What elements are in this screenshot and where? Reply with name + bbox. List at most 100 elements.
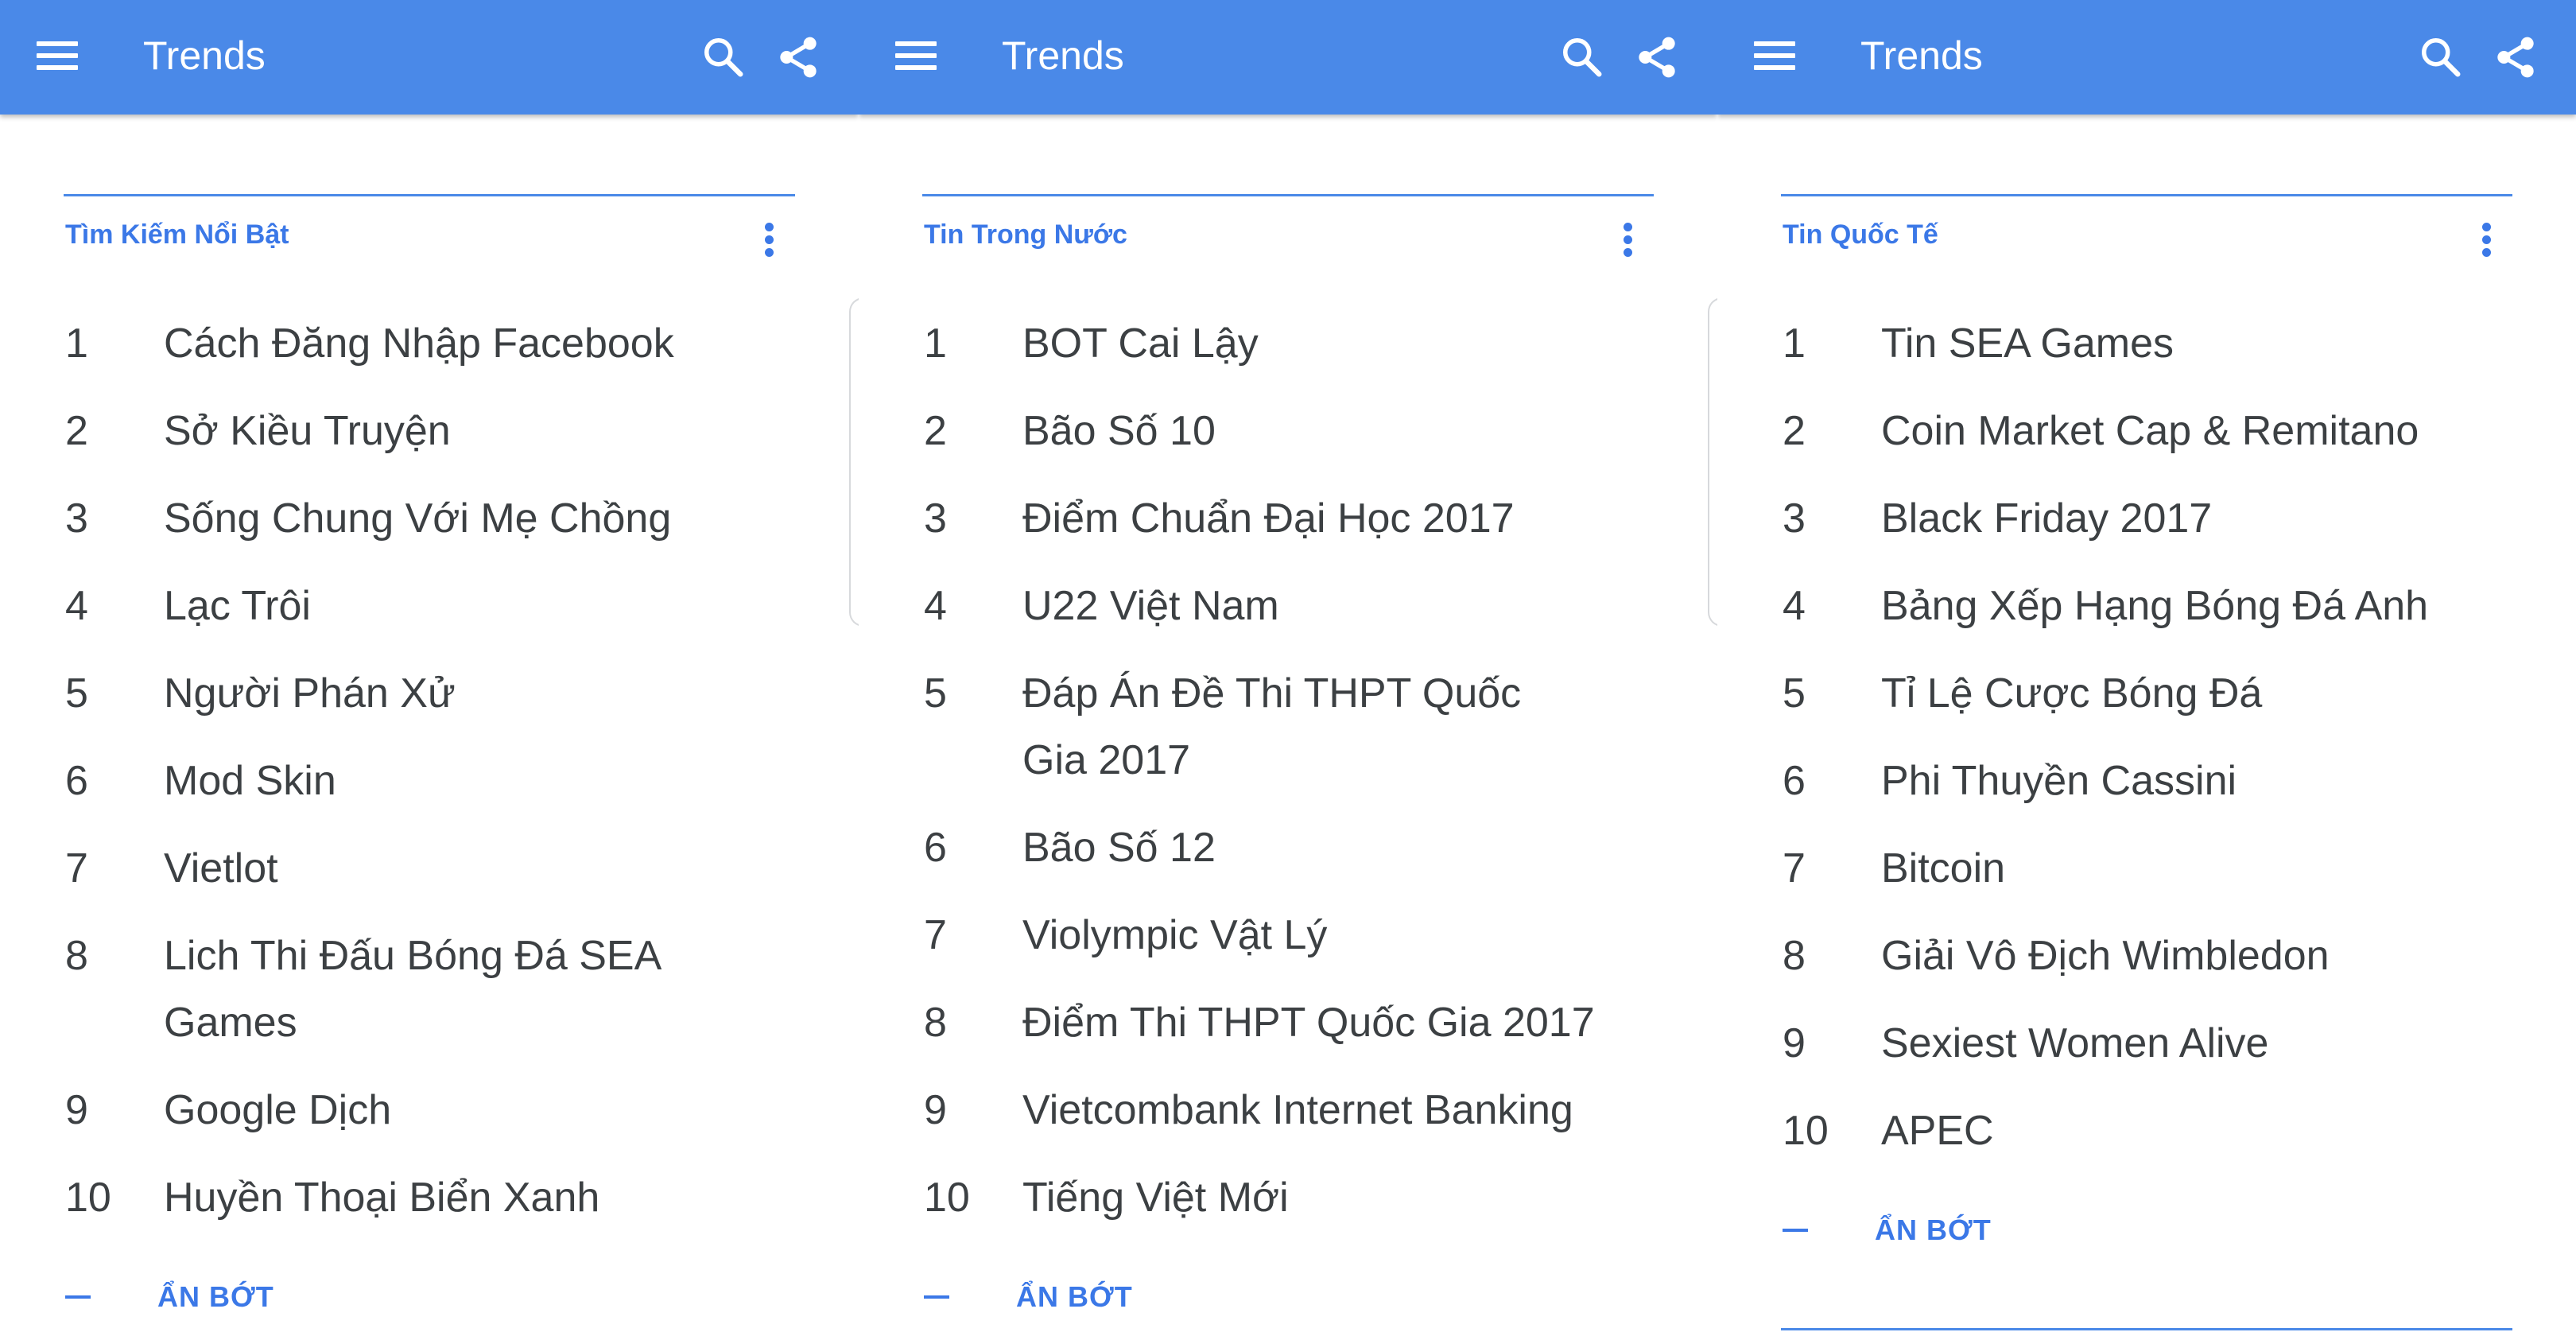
app-title: Trends bbox=[1860, 33, 1983, 78]
trend-rank: 5 bbox=[924, 670, 947, 717]
trend-item[interactable]: 2 Bão Số 10 bbox=[859, 398, 1717, 485]
share-icon[interactable] bbox=[1631, 32, 1682, 83]
trend-rank: 4 bbox=[1783, 583, 1806, 629]
trend-item[interactable]: 9 Vietcombank Internet Banking bbox=[859, 1077, 1717, 1164]
trend-rank: 7 bbox=[924, 912, 947, 958]
trend-item[interactable]: 4 U22 Việt Nam bbox=[859, 573, 1717, 660]
trend-rank: 9 bbox=[1783, 1020, 1806, 1066]
trend-item[interactable]: 7 Bitcoin bbox=[1717, 835, 2576, 922]
trends-panel-domestic-news: Trends Tin Trong Nước 1 BOT Cai Lậy 2 Bão … bbox=[859, 0, 1717, 1336]
trend-item[interactable]: 5 Tỉ Lệ Cược Bóng Đá bbox=[1717, 660, 2576, 748]
app-bar: Trends bbox=[1717, 0, 2576, 115]
collapse-dash-icon bbox=[924, 1295, 949, 1299]
trend-label: Sở Kiều Truyện bbox=[164, 408, 451, 454]
trend-label: Đáp Án Đề Thi THPT Quốc Gia 2017 bbox=[1022, 670, 1522, 783]
trend-item[interactable]: 4 Lạc Trôi bbox=[0, 573, 859, 660]
trend-label: Mod Skin bbox=[164, 758, 336, 804]
trend-item[interactable]: 4 Bảng Xếp Hạng Bóng Đá Anh bbox=[1717, 573, 2576, 660]
trend-rank: 5 bbox=[1783, 670, 1806, 717]
search-icon[interactable] bbox=[700, 33, 747, 81]
trend-item[interactable]: 6 Mod Skin bbox=[0, 748, 859, 835]
trend-label: Sống Chung Với Mẹ Chồng bbox=[164, 495, 672, 542]
trend-label: APEC bbox=[1881, 1108, 1994, 1154]
trend-rank: 8 bbox=[1783, 933, 1806, 979]
more-vert-icon[interactable] bbox=[1619, 221, 1638, 259]
next-card-top-divider bbox=[1781, 1328, 2512, 1330]
trend-item[interactable]: 2 Sở Kiều Truyện bbox=[0, 398, 859, 485]
trend-label: Bảng Xếp Hạng Bóng Đá Anh bbox=[1881, 583, 2429, 629]
trend-list: 1 Tin SEA Games 2 Coin Market Cap & Remita… bbox=[1717, 310, 2576, 1185]
trend-label: Coin Market Cap & Remitano bbox=[1881, 408, 2419, 454]
trend-rank: 3 bbox=[924, 495, 947, 542]
trend-item[interactable]: 8 Điểm Thi THPT Quốc Gia 2017 bbox=[859, 989, 1717, 1077]
show-less-label: ẨN BỚT bbox=[157, 1280, 274, 1313]
trend-item[interactable]: 1 Tin SEA Games bbox=[1717, 310, 2576, 398]
trend-item[interactable]: 8 Lich Thi Đấu Bóng Đá SEA Games bbox=[0, 922, 859, 1077]
trend-label: Bão Số 12 bbox=[1022, 825, 1216, 871]
trend-item[interactable]: 2 Coin Market Cap & Remitano bbox=[1717, 398, 2576, 485]
show-less-button[interactable]: ẨN BỚT bbox=[924, 1280, 1133, 1314]
share-icon[interactable] bbox=[773, 32, 824, 83]
trend-item[interactable]: 7 Violympic Vật Lý bbox=[859, 902, 1717, 989]
trend-rank: 4 bbox=[65, 583, 88, 629]
card-top-divider bbox=[64, 194, 795, 196]
search-icon[interactable] bbox=[1558, 33, 1606, 81]
share-icon[interactable] bbox=[2490, 32, 2541, 83]
trend-item[interactable]: 3 Black Friday 2017 bbox=[1717, 485, 2576, 573]
menu-icon[interactable] bbox=[1754, 38, 1795, 73]
trend-item[interactable]: 9 Google Dịch bbox=[0, 1077, 859, 1164]
trend-label: Vietlot bbox=[164, 845, 278, 891]
trend-item[interactable]: 9 Sexiest Women Alive bbox=[1717, 1010, 2576, 1097]
trend-item[interactable]: 3 Điểm Chuẩn Đại Học 2017 bbox=[859, 485, 1717, 573]
menu-icon[interactable] bbox=[37, 38, 78, 73]
card-top-divider bbox=[922, 194, 1654, 196]
trend-label: Black Friday 2017 bbox=[1881, 495, 2213, 542]
app-bar: Trends bbox=[859, 0, 1717, 115]
trend-label: Lich Thi Đấu Bóng Đá SEA Games bbox=[164, 933, 660, 1046]
trend-rank: 6 bbox=[924, 825, 947, 871]
show-less-button[interactable]: ẨN BỚT bbox=[65, 1280, 274, 1314]
trend-rank: 6 bbox=[65, 758, 88, 804]
trends-panel-featured-searches: Trends Tìm Kiếm Nổi Bật 1 Cách Đăng Nhập … bbox=[0, 0, 859, 1336]
trend-rank: 7 bbox=[65, 845, 88, 891]
app-bar: Trends bbox=[0, 0, 859, 115]
trend-item[interactable]: 10 Huyền Thoại Biển Xanh bbox=[0, 1164, 859, 1252]
trend-item[interactable]: 1 Cách Đăng Nhập Facebook bbox=[0, 310, 859, 398]
trend-rank: 4 bbox=[924, 583, 947, 629]
trend-rank: 8 bbox=[65, 933, 88, 979]
trend-item[interactable]: 1 BOT Cai Lậy bbox=[859, 310, 1717, 398]
trend-list: 1 Cách Đăng Nhập Facebook 2 Sở Kiều Truyện… bbox=[0, 310, 859, 1252]
trend-item[interactable]: 6 Phi Thuyền Cassini bbox=[1717, 748, 2576, 835]
more-vert-icon[interactable] bbox=[2477, 221, 2496, 259]
trend-item[interactable]: 7 Vietlot bbox=[0, 835, 859, 922]
trend-label: Điểm Chuẩn Đại Học 2017 bbox=[1022, 495, 1515, 542]
app-title: Trends bbox=[143, 33, 266, 78]
trend-item[interactable]: 6 Bão Số 12 bbox=[859, 814, 1717, 902]
trend-label: Tỉ Lệ Cược Bóng Đá bbox=[1881, 670, 2263, 717]
trend-rank: 5 bbox=[65, 670, 88, 717]
trend-rank: 2 bbox=[65, 408, 88, 454]
show-less-label: ẨN BỚT bbox=[1016, 1280, 1133, 1313]
trend-item[interactable]: 8 Giải Vô Địch Wimbledon bbox=[1717, 922, 2576, 1010]
trend-label: Vietcombank Internet Banking bbox=[1022, 1087, 1573, 1133]
trend-label: Huyền Thoại Biển Xanh bbox=[164, 1175, 600, 1221]
menu-icon[interactable] bbox=[895, 38, 937, 73]
trend-item[interactable]: 10 Tiếng Việt Mới bbox=[859, 1164, 1717, 1252]
more-vert-icon[interactable] bbox=[760, 221, 779, 259]
trend-rank: 9 bbox=[924, 1087, 947, 1133]
trend-label: Google Dịch bbox=[164, 1087, 392, 1133]
search-icon[interactable] bbox=[2417, 33, 2465, 81]
trend-label: Sexiest Women Alive bbox=[1881, 1020, 2269, 1066]
trend-rank: 1 bbox=[65, 320, 88, 367]
trend-rank: 9 bbox=[65, 1087, 88, 1133]
trend-label: Violympic Vật Lý bbox=[1022, 912, 1328, 958]
next-card-peek bbox=[1708, 297, 1717, 627]
trend-item[interactable]: 5 Đáp Án Đề Thi THPT Quốc Gia 2017 bbox=[859, 660, 1717, 814]
next-card-peek bbox=[849, 297, 859, 627]
trend-item[interactable]: 3 Sống Chung Với Mẹ Chồng bbox=[0, 485, 859, 573]
show-less-button[interactable]: ẨN BỚT bbox=[1783, 1214, 1992, 1247]
trend-label: Bitcoin bbox=[1881, 845, 2006, 891]
trend-item[interactable]: 5 Người Phán Xử bbox=[0, 660, 859, 748]
section-title: Tìm Kiếm Nổi Bật bbox=[65, 219, 289, 250]
trend-item[interactable]: 10 APEC bbox=[1717, 1097, 2576, 1185]
